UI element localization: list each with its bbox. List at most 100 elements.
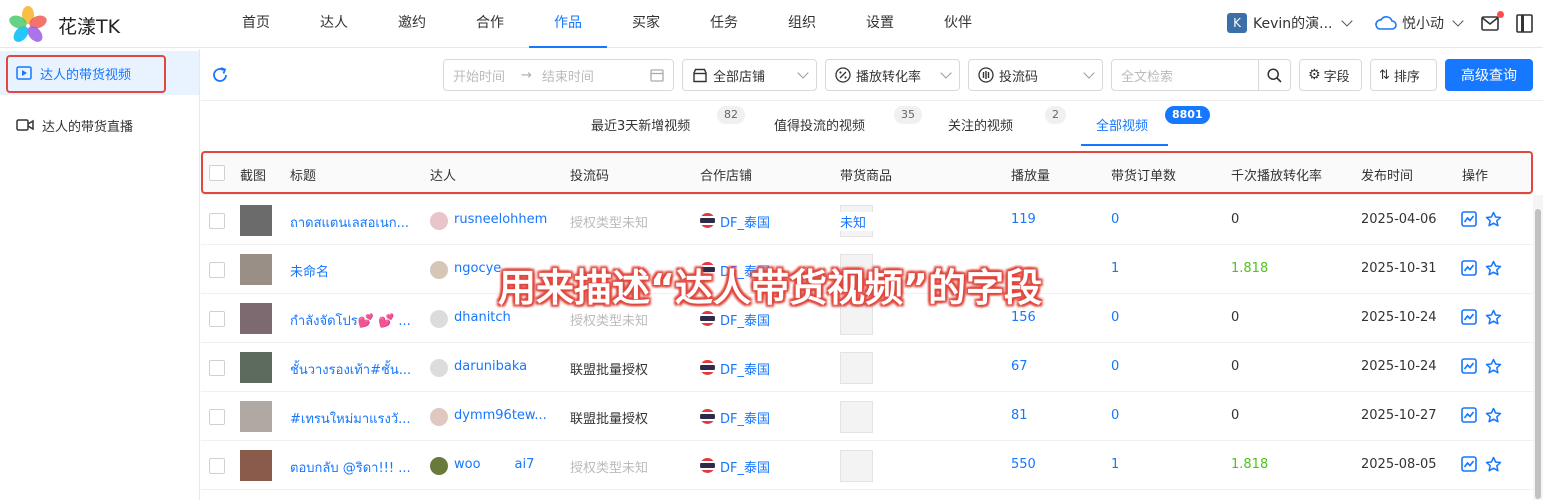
creator-link[interactable]: woo ai7 bbox=[454, 457, 564, 472]
nav-tasks[interactable]: 任务 bbox=[685, 0, 763, 48]
column-header[interactable]: 投流码 bbox=[570, 165, 609, 184]
video-thumbnail[interactable] bbox=[240, 352, 272, 383]
table-row[interactable]: ถาดสแตนเลสอเนก... rusneelohhem 授权类型未知 DF… bbox=[201, 196, 1533, 245]
team-switcher[interactable]: 悦小动 bbox=[1375, 13, 1464, 33]
trend-chart-icon[interactable] bbox=[1461, 260, 1477, 276]
star-icon[interactable] bbox=[1485, 407, 1502, 424]
video-thumbnail[interactable] bbox=[240, 205, 272, 236]
star-icon[interactable] bbox=[1485, 260, 1502, 277]
order-count[interactable]: 0 bbox=[1111, 359, 1191, 374]
order-count[interactable]: 1 bbox=[1111, 261, 1191, 276]
star-icon[interactable] bbox=[1485, 211, 1502, 228]
sort-button[interactable]: ⇅ 排序 bbox=[1370, 59, 1437, 91]
scrollbar-thumb[interactable] bbox=[1535, 209, 1541, 499]
product-thumbnail[interactable] bbox=[840, 450, 873, 482]
creator-link[interactable]: dymm96tew... bbox=[454, 408, 564, 423]
vertical-scrollbar[interactable] bbox=[1533, 195, 1543, 500]
date-range-picker[interactable]: 开始时间 → 结束时间 bbox=[443, 59, 674, 91]
column-header[interactable]: 达人 bbox=[430, 165, 456, 184]
creator-link[interactable]: dhanitch bbox=[454, 310, 564, 325]
column-header[interactable]: 带货商品 bbox=[840, 165, 892, 184]
video-thumbnail[interactable] bbox=[240, 450, 272, 481]
column-header[interactable]: 带货订单数 bbox=[1111, 165, 1176, 184]
account-switcher[interactable]: K Kevin的演... bbox=[1227, 13, 1353, 33]
creator-link[interactable]: darunibaka bbox=[454, 359, 564, 374]
play-count[interactable]: 550 bbox=[1011, 457, 1091, 472]
row-checkbox[interactable] bbox=[209, 311, 225, 327]
video-title-link[interactable]: 未命名 bbox=[290, 261, 418, 280]
video-title-link[interactable]: ถาดสแตนเลสอเนก... bbox=[290, 212, 418, 233]
video-thumbnail[interactable] bbox=[240, 303, 272, 334]
row-checkbox[interactable] bbox=[209, 409, 225, 425]
order-count[interactable]: 0 bbox=[1111, 212, 1191, 227]
table-row[interactable]: ชั้นวางรองเท้า#ชั้น... darunibaka 联盟批量授权… bbox=[201, 343, 1533, 392]
start-date-input[interactable]: 开始时间 bbox=[453, 66, 505, 85]
shop-link[interactable]: DF_泰国 bbox=[720, 408, 820, 427]
trend-chart-icon[interactable] bbox=[1461, 309, 1477, 325]
ad-code-select[interactable]: 投流码 bbox=[968, 59, 1103, 91]
shop-link[interactable]: DF_泰国 bbox=[720, 310, 820, 329]
product-name[interactable]: 未知 bbox=[840, 212, 900, 231]
star-icon[interactable] bbox=[1485, 456, 1502, 473]
video-thumbnail[interactable] bbox=[240, 254, 272, 285]
message-button[interactable] bbox=[1481, 11, 1504, 35]
sidebar-item-creator-live[interactable]: 达人的带货直播 bbox=[0, 103, 199, 147]
nav-cooperation[interactable]: 合作 bbox=[451, 0, 529, 48]
column-header[interactable]: 标题 bbox=[290, 165, 316, 184]
shop-link[interactable]: DF_泰国 bbox=[720, 359, 820, 378]
creator-link[interactable]: rusneelohhem bbox=[454, 212, 564, 227]
play-count[interactable]: 67 bbox=[1011, 359, 1091, 374]
play-count[interactable]: 156 bbox=[1011, 310, 1091, 325]
nav-creators[interactable]: 达人 bbox=[295, 0, 373, 48]
nav-invitations[interactable]: 邀约 bbox=[373, 0, 451, 48]
tab-all-videos[interactable]: 全部视频 bbox=[1096, 115, 1148, 134]
shop-link[interactable]: DF_泰国 bbox=[720, 212, 820, 231]
column-header[interactable]: 发布时间 bbox=[1361, 165, 1413, 184]
video-title-link[interactable]: ชั้นวางรองเท้า#ชั้น... bbox=[290, 359, 418, 380]
shop-select[interactable]: 全部店铺 bbox=[682, 59, 817, 91]
row-checkbox[interactable] bbox=[209, 262, 225, 278]
tab-followed[interactable]: 关注的视频 bbox=[948, 115, 1013, 134]
select-all-checkbox[interactable] bbox=[209, 165, 225, 181]
nav-settings[interactable]: 设置 bbox=[841, 0, 919, 48]
app-logo-icon[interactable] bbox=[8, 5, 48, 45]
trend-chart-icon[interactable] bbox=[1461, 211, 1477, 227]
table-row[interactable]: ตอบกลับ @ริดา!!! ... woo ai7 授权类型未知 DF_泰国… bbox=[201, 441, 1533, 490]
nav-buyers[interactable]: 买家 bbox=[607, 0, 685, 48]
column-header[interactable]: 千次播放转化率 bbox=[1231, 165, 1322, 184]
nav-partners[interactable]: 伙伴 bbox=[919, 0, 997, 48]
row-checkbox[interactable] bbox=[209, 213, 225, 229]
order-count[interactable]: 1 bbox=[1111, 457, 1191, 472]
video-title-link[interactable]: ตอบกลับ @ริดา!!! ... bbox=[290, 457, 418, 478]
refresh-icon[interactable] bbox=[211, 66, 229, 84]
star-icon[interactable] bbox=[1485, 309, 1502, 326]
video-title-link[interactable]: #เทรนใหม่มาแรงวั... bbox=[290, 408, 418, 429]
tab-recent-3-days[interactable]: 最近3天新增视频 bbox=[591, 115, 690, 134]
column-header[interactable]: 播放量 bbox=[1011, 165, 1050, 184]
order-count[interactable]: 0 bbox=[1111, 408, 1191, 423]
trend-chart-icon[interactable] bbox=[1461, 358, 1477, 374]
conversion-rate-select[interactable]: 播放转化率 bbox=[825, 59, 960, 91]
order-count[interactable]: 0 bbox=[1111, 310, 1191, 325]
table-row[interactable]: #เทรนใหม่มาแรงวั... dymm96tew... 联盟批量授权 … bbox=[201, 392, 1533, 441]
advanced-query-button[interactable]: 高级查询 bbox=[1445, 59, 1533, 91]
trend-chart-icon[interactable] bbox=[1461, 407, 1477, 423]
end-date-input[interactable]: 结束时间 bbox=[542, 66, 594, 85]
search-button[interactable] bbox=[1258, 60, 1290, 90]
book-icon[interactable] bbox=[1516, 14, 1533, 33]
play-count[interactable]: 119 bbox=[1011, 212, 1091, 227]
column-header[interactable]: 合作店铺 bbox=[700, 165, 752, 184]
nav-works[interactable]: 作品 bbox=[529, 0, 607, 48]
row-checkbox[interactable] bbox=[209, 360, 225, 376]
product-thumbnail[interactable] bbox=[840, 352, 873, 384]
shop-link[interactable]: DF_泰国 bbox=[720, 457, 820, 476]
video-title-link[interactable]: กำลังจัดโปร💕 💕 ... bbox=[290, 310, 418, 331]
product-thumbnail[interactable] bbox=[840, 401, 873, 433]
tab-worth-promoting[interactable]: 值得投流的视频 bbox=[774, 115, 865, 134]
trend-chart-icon[interactable] bbox=[1461, 456, 1477, 472]
play-count[interactable]: 81 bbox=[1011, 408, 1091, 423]
row-checkbox[interactable] bbox=[209, 458, 225, 474]
nav-home[interactable]: 首页 bbox=[217, 0, 295, 48]
star-icon[interactable] bbox=[1485, 358, 1502, 375]
fields-button[interactable]: ⚙ 字段 bbox=[1299, 59, 1362, 91]
